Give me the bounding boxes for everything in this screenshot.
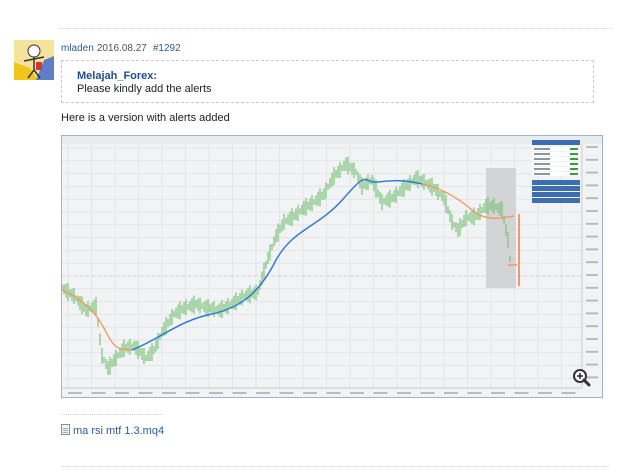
time-scale-tick — [538, 392, 552, 394]
post-date: 2016.08.27 — [96, 43, 147, 54]
attachment-filename[interactable]: ma rsi mtf 1.3.mq4 — [73, 425, 164, 437]
time-scale-tick — [467, 392, 482, 394]
info-panel-row-label — [534, 163, 550, 165]
price-scale-tick — [586, 248, 598, 251]
price-scale-tick — [586, 274, 598, 276]
post-body-text: Here is a version with alerts added — [61, 112, 230, 124]
time-scale-tick — [561, 392, 576, 394]
time-scale-tick — [444, 392, 458, 394]
time-scale-tick — [91, 392, 106, 394]
price-scale-tick — [586, 338, 598, 340]
time-scale-tick — [326, 392, 341, 394]
info-panel-button — [532, 192, 580, 197]
post-permalink[interactable]: #1292 — [153, 43, 181, 54]
time-scale-tick — [138, 392, 153, 394]
time-scale-tick — [162, 392, 176, 394]
author-link[interactable]: mladen — [61, 43, 94, 54]
price-scale-tick — [586, 350, 598, 353]
attachment-link[interactable]: ma rsi mtf 1.3.mq4 — [61, 424, 164, 438]
price-scale-tick — [586, 197, 598, 200]
quote-text: Please kindly add the alerts — [77, 83, 212, 95]
info-panel-button — [532, 198, 580, 203]
info-panel-row-label — [534, 158, 550, 160]
price-scale-tick — [586, 325, 598, 328]
price-scale-tick — [586, 210, 598, 212]
price-scale-tick — [586, 261, 598, 264]
user-avatar[interactable] — [14, 40, 54, 80]
time-scale-tick — [420, 392, 435, 394]
info-panel-row-value — [570, 163, 578, 165]
price-scale-tick — [586, 222, 598, 225]
price-scale-tick — [586, 235, 598, 238]
price-scale-tick — [586, 286, 598, 289]
info-panel-row-value — [570, 168, 578, 170]
info-panel-row-value — [570, 173, 578, 175]
selection-shade — [486, 168, 516, 288]
price-scale-tick — [586, 312, 598, 315]
time-scale-tick — [350, 392, 364, 394]
chart-image — [62, 136, 602, 397]
post-header: mladen 2016.08.27 #1292 — [61, 43, 181, 55]
info-panel-row-value — [570, 148, 578, 150]
time-scale-tick — [373, 392, 388, 394]
quote-block: Melajah_Forex: Please kindly add the ale… — [61, 60, 594, 103]
price-scale-tick — [586, 146, 598, 148]
time-scale-tick — [68, 392, 82, 394]
time-scale-tick — [115, 392, 129, 394]
price-scale-tick — [586, 376, 598, 379]
price-scale-tick — [586, 299, 598, 302]
top-divider — [60, 28, 612, 29]
chart-title-strip — [62, 136, 602, 144]
time-scale-tick — [279, 392, 294, 394]
attachment-divider — [61, 414, 163, 415]
time-scale-tick — [514, 392, 529, 394]
quote-author[interactable]: Melajah_Forex: — [77, 70, 593, 83]
price-scale-tick — [586, 158, 598, 161]
info-panel-row-value — [570, 153, 578, 155]
chart-screenshot[interactable] — [61, 135, 603, 398]
time-scale-tick — [209, 392, 223, 394]
bottom-divider — [61, 466, 610, 467]
info-panel-row-label — [534, 173, 550, 175]
price-scale-tick — [586, 184, 598, 187]
time-scale-tick — [185, 392, 200, 394]
info-panel-row-label — [534, 168, 550, 170]
time-scale-tick — [303, 392, 317, 394]
file-icon — [61, 424, 70, 435]
time-scale-tick — [232, 392, 247, 394]
info-panel-row-label — [534, 153, 550, 155]
info-panel-button — [532, 180, 580, 185]
price-scale-tick — [586, 363, 598, 366]
time-scale-tick — [491, 392, 505, 394]
time-scale-tick — [256, 392, 270, 394]
info-panel-row-value — [570, 158, 578, 160]
info-panel-row-label — [534, 148, 550, 150]
alert-label — [508, 264, 517, 266]
price-scale-tick — [586, 171, 598, 174]
time-scale-tick — [397, 392, 411, 394]
info-panel-button — [532, 186, 580, 191]
info-panel-header — [532, 140, 580, 145]
